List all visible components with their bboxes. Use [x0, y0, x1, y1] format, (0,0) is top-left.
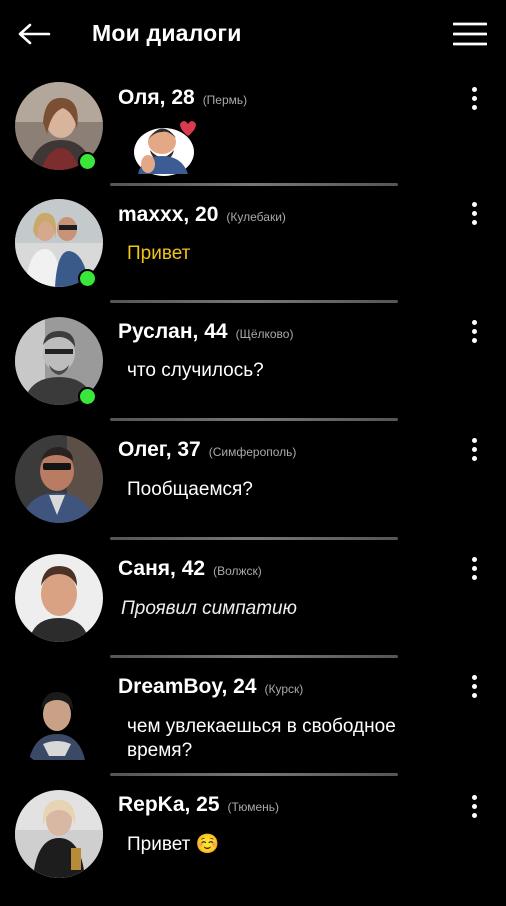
- contact-name: DreamBoy, 24: [118, 675, 257, 698]
- contact-city: (Волжск): [213, 564, 262, 578]
- more-options-button[interactable]: [462, 433, 486, 465]
- contact-name: maxxx, 20: [118, 203, 219, 226]
- divider: [110, 537, 398, 540]
- dialog-item[interactable]: Саня, 42 (Волжск) Проявил симпатию: [0, 552, 506, 670]
- contact-name: Саня, 42: [118, 557, 206, 580]
- contact-city: (Щёлково): [235, 327, 294, 341]
- avatar[interactable]: [15, 435, 103, 523]
- last-message: Пообщаемся?: [127, 479, 253, 500]
- more-options-button[interactable]: [462, 197, 486, 229]
- sticker-message: [128, 114, 198, 178]
- contact-city: (Кулебаки): [226, 210, 286, 224]
- more-options-button[interactable]: [462, 315, 486, 347]
- avatar[interactable]: [15, 680, 103, 768]
- more-options-button[interactable]: [462, 82, 486, 114]
- top-bar: Мои диалоги: [0, 0, 506, 72]
- last-message: Привет: [127, 243, 191, 264]
- divider: [110, 773, 398, 776]
- menu-button[interactable]: [446, 16, 494, 52]
- contact-name: Руслан, 44: [118, 320, 228, 343]
- back-button[interactable]: [14, 18, 54, 50]
- online-indicator: [78, 152, 97, 171]
- contact-city: (Тюмень): [227, 800, 280, 814]
- contact-name: Олег, 37: [118, 438, 201, 461]
- dialog-item[interactable]: Руслан, 44 (Щёлково) что случилось?: [0, 315, 506, 433]
- dialog-item[interactable]: RepKa, 25 (Тюмень) Привет ☺️: [0, 788, 506, 906]
- last-message: что случилось?: [127, 360, 264, 381]
- divider: [110, 418, 398, 421]
- last-message: чем увлекаешься в свободное время?: [127, 716, 396, 761]
- online-indicator: [78, 387, 97, 406]
- divider: [110, 183, 398, 186]
- contact-city: (Пермь): [202, 93, 248, 107]
- dialog-item[interactable]: maxxx, 20 (Кулебаки) Привет: [0, 197, 506, 315]
- arrow-left-icon: [18, 23, 51, 45]
- avatar[interactable]: [15, 554, 103, 642]
- avatar[interactable]: [15, 790, 103, 878]
- last-message: Привет ☺️: [127, 834, 220, 855]
- hamburger-icon: [453, 22, 487, 46]
- more-options-button[interactable]: [462, 552, 486, 584]
- divider: [110, 655, 398, 658]
- contact-name: Оля, 28: [118, 86, 195, 109]
- contact-name: RepKa, 25: [118, 793, 220, 816]
- more-options-button[interactable]: [462, 670, 486, 702]
- dialog-item[interactable]: Оля, 28 (Пермь): [0, 80, 506, 198]
- contact-city: (Курск): [264, 682, 304, 696]
- page-title: Мои диалоги: [92, 20, 242, 46]
- last-message: Проявил симпатию: [121, 598, 297, 619]
- dialog-item[interactable]: DreamBoy, 24 (Курск) чем увлекаешься в с…: [0, 670, 506, 788]
- divider: [110, 300, 398, 303]
- dialog-item[interactable]: Олег, 37 (Симферополь) Пообщаемся?: [0, 433, 506, 551]
- online-indicator: [78, 269, 97, 288]
- more-options-button[interactable]: [462, 790, 486, 822]
- contact-city: (Симферополь): [208, 445, 297, 459]
